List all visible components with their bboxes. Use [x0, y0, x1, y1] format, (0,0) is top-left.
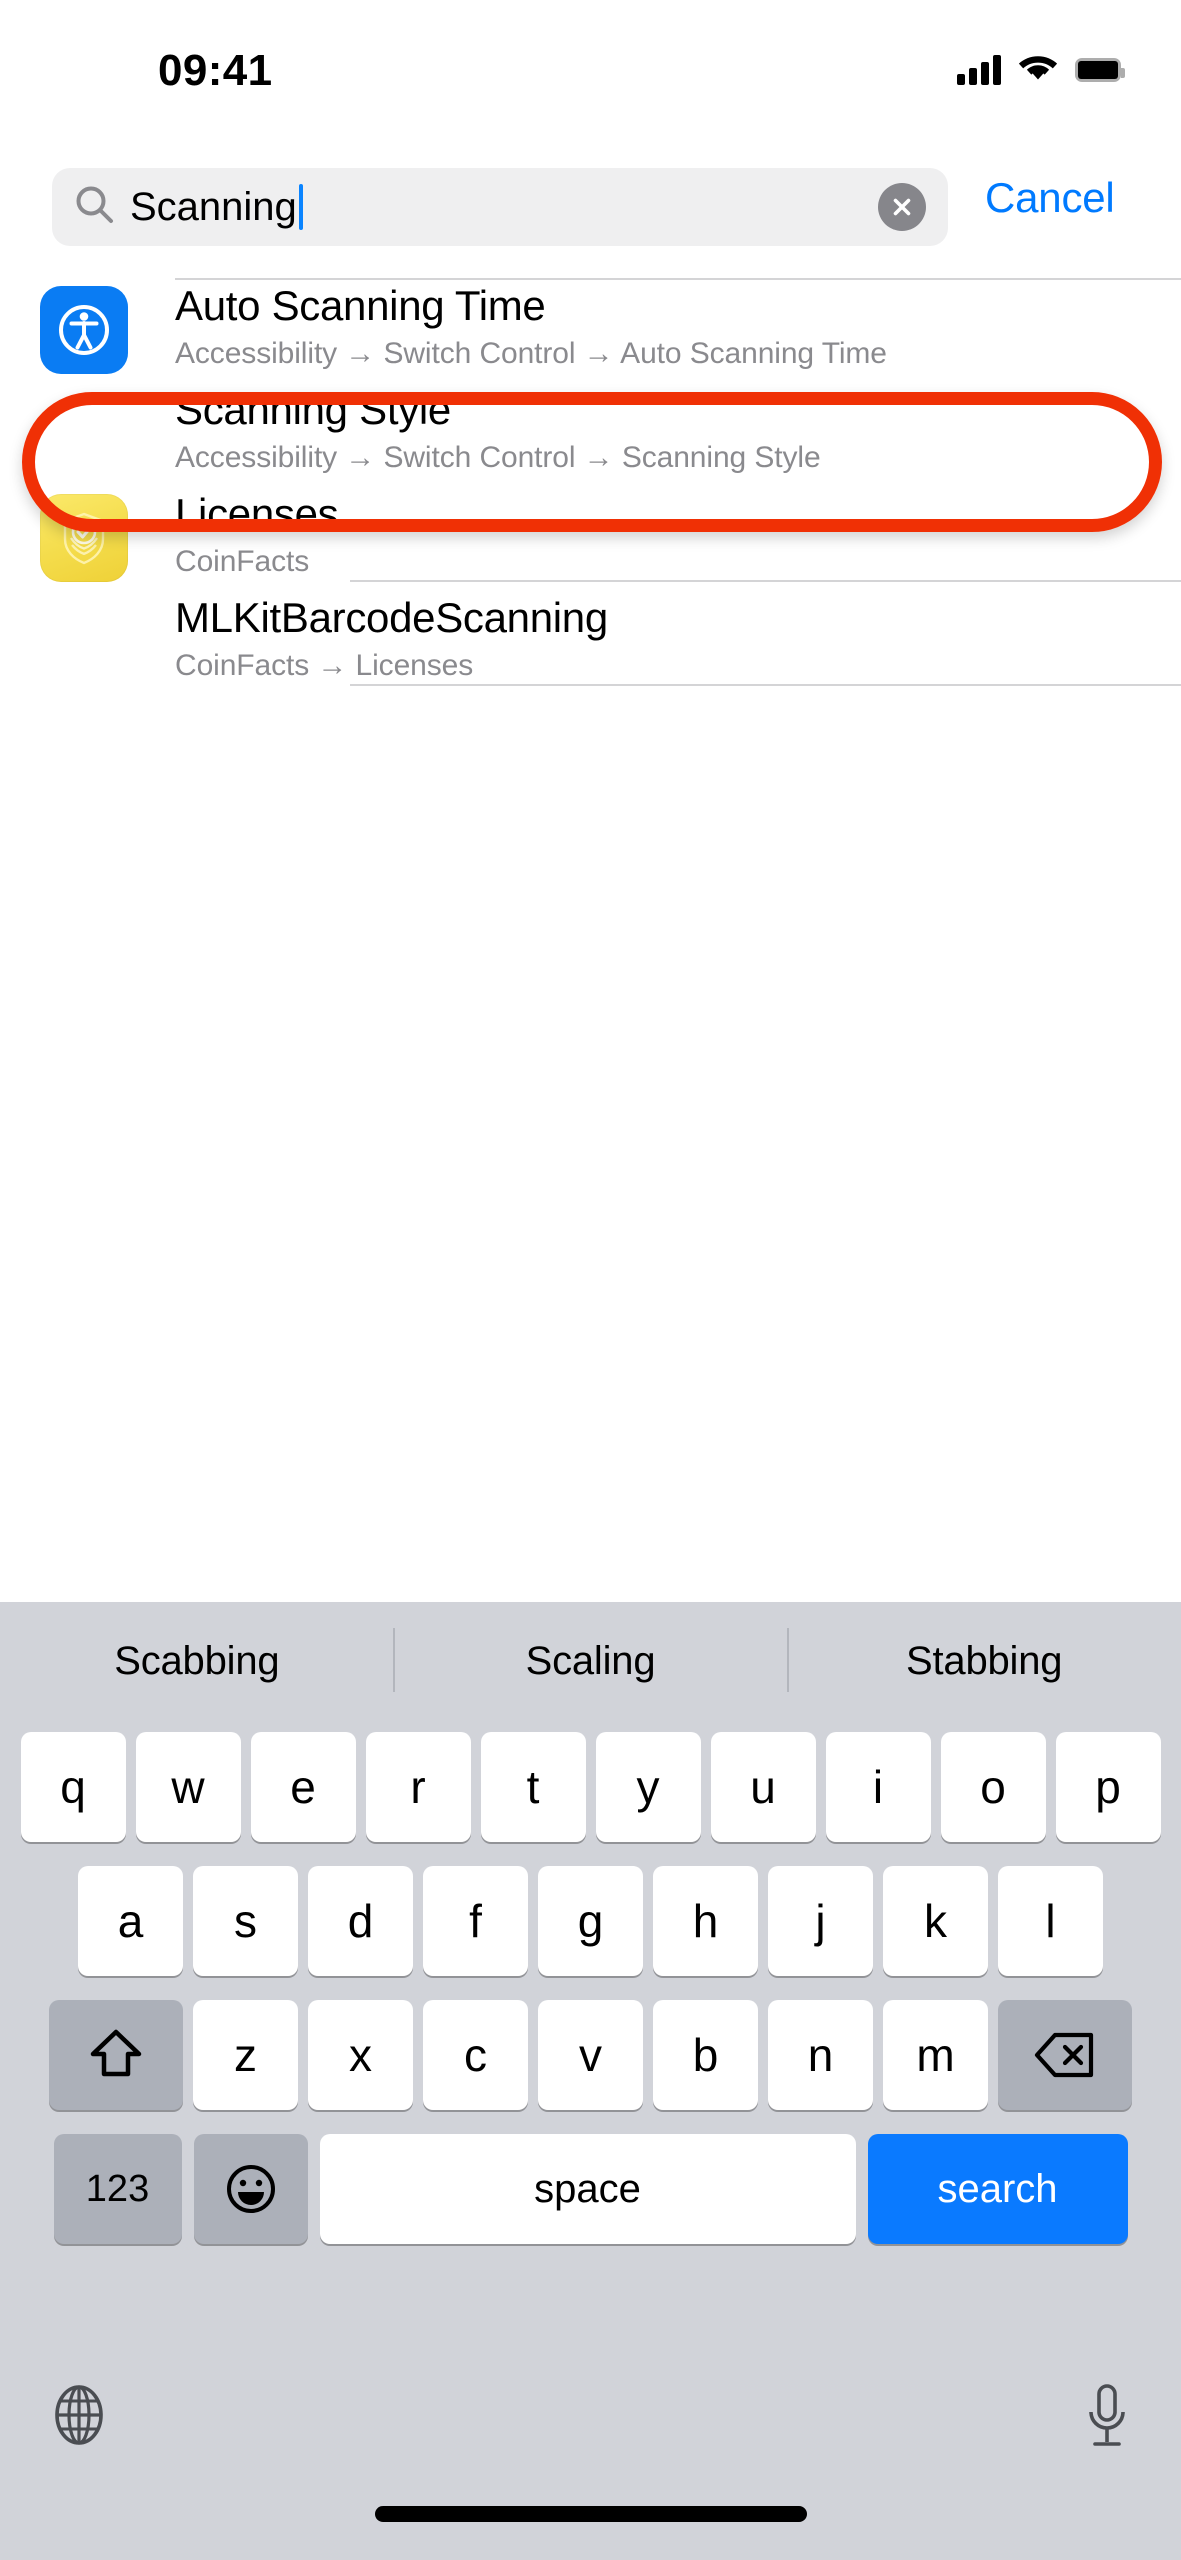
key-j[interactable]: j: [768, 1866, 873, 1976]
list-item[interactable]: Scanning Style Accessibility → Switch Co…: [0, 382, 1181, 486]
key-v[interactable]: v: [538, 2000, 643, 2110]
microphone-icon[interactable]: [1079, 2382, 1135, 2457]
result-title: Licenses: [175, 490, 339, 537]
cellular-signal-icon: [957, 54, 1001, 85]
keyboard-row-2: a s d f g h j k l: [0, 1866, 1181, 1976]
key-a[interactable]: a: [78, 1866, 183, 1976]
keyboard-bottom-bar: [0, 2370, 1181, 2560]
search-results-list: Auto Scanning Time Accessibility → Switc…: [0, 278, 1181, 694]
result-breadcrumb: CoinFacts: [175, 545, 310, 578]
key-c[interactable]: c: [423, 2000, 528, 2110]
wifi-icon: [1018, 52, 1058, 87]
search-bar: Scanning Cancel: [0, 168, 1181, 268]
key-x[interactable]: x: [308, 2000, 413, 2110]
key-o[interactable]: o: [940, 1732, 1046, 1842]
iphone-screen: 09:41 Scanning Cancel Auto Scanning Time…: [0, 0, 1181, 2560]
result-breadcrumb: Accessibility → Switch Control → Scannin…: [175, 441, 821, 474]
row-divider: [350, 684, 1181, 686]
key-m[interactable]: m: [883, 2000, 988, 2110]
result-title: Auto Scanning Time: [175, 282, 546, 329]
key-q[interactable]: q: [20, 1732, 126, 1842]
key-u[interactable]: u: [710, 1732, 816, 1842]
cancel-button[interactable]: Cancel: [985, 174, 1115, 222]
search-input-value: Scanning: [130, 185, 297, 229]
key-d[interactable]: d: [308, 1866, 413, 1976]
backspace-delete-icon[interactable]: [998, 2000, 1132, 2110]
suggestion-divider: [393, 1628, 395, 1692]
key-p[interactable]: p: [1055, 1732, 1161, 1842]
battery-full-icon: [1075, 57, 1125, 82]
result-breadcrumb: Accessibility → Switch Control → Auto Sc…: [175, 337, 887, 370]
numeric-key[interactable]: 123: [53, 2134, 182, 2244]
shift-arrow-icon[interactable]: [49, 2000, 183, 2110]
home-indicator[interactable]: [374, 2506, 807, 2522]
text-caret: [298, 184, 303, 230]
list-item[interactable]: Licenses CoinFacts: [0, 486, 1181, 590]
onscreen-keyboard: Scabbing Scaling Stabbing q w e r t y u …: [0, 1602, 1181, 2560]
key-t[interactable]: t: [480, 1732, 586, 1842]
key-w[interactable]: w: [135, 1732, 241, 1842]
key-y[interactable]: y: [595, 1732, 701, 1842]
coinfacts-app-icon: [40, 494, 128, 582]
suggestion-1[interactable]: Scaling: [394, 1639, 788, 1684]
search-return-key[interactable]: search: [867, 2134, 1128, 2244]
globe-icon[interactable]: [46, 2382, 112, 2453]
list-item[interactable]: Auto Scanning Time Accessibility → Switc…: [0, 278, 1181, 382]
key-s[interactable]: s: [193, 1866, 298, 1976]
key-n[interactable]: n: [768, 2000, 873, 2110]
key-l[interactable]: l: [998, 1866, 1103, 1976]
key-g[interactable]: g: [538, 1866, 643, 1976]
keyboard-row-1: q w e r t y u i o p: [0, 1732, 1181, 1842]
key-z[interactable]: z: [193, 2000, 298, 2110]
clear-circle-icon[interactable]: [878, 183, 926, 231]
suggestion-divider: [787, 1628, 789, 1692]
status-bar-clock: 09:41: [158, 46, 273, 95]
emoji-smiley-icon[interactable]: [193, 2134, 308, 2244]
suggestion-0[interactable]: Scabbing: [0, 1639, 394, 1684]
keyboard-row-4: 123 space search: [0, 2134, 1181, 2244]
key-h[interactable]: h: [653, 1866, 758, 1976]
search-input[interactable]: Scanning: [52, 168, 948, 246]
keyboard-row-3: z x c v b n m: [0, 2000, 1181, 2110]
accessibility-app-icon: [40, 286, 128, 374]
suggestion-2[interactable]: Stabbing: [787, 1639, 1181, 1684]
result-title: MLKitBarcodeScanning: [175, 594, 608, 641]
key-f[interactable]: f: [423, 1866, 528, 1976]
key-r[interactable]: r: [365, 1732, 471, 1842]
key-e[interactable]: e: [250, 1732, 356, 1842]
key-k[interactable]: k: [883, 1866, 988, 1976]
row-divider: [350, 580, 1181, 582]
status-bar: 09:41: [0, 0, 1181, 112]
search-icon: [74, 184, 116, 231]
space-key[interactable]: space: [319, 2134, 856, 2244]
status-bar-indicators: [957, 52, 1125, 87]
keyboard-suggestion-bar: Scabbing Scaling Stabbing: [0, 1602, 1181, 1720]
result-title: Scanning Style: [175, 386, 451, 433]
result-breadcrumb: CoinFacts → Licenses: [175, 649, 474, 682]
key-i[interactable]: i: [825, 1732, 931, 1842]
key-b[interactable]: b: [653, 2000, 758, 2110]
list-item[interactable]: MLKitBarcodeScanning CoinFacts → License…: [0, 590, 1181, 694]
